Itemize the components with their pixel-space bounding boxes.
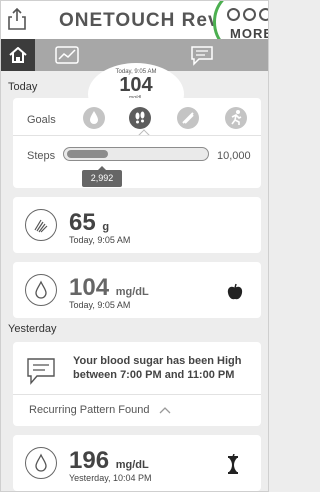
glucose-yesterday-card[interactable]: 196 mg/dL Yesterday, 10:04 PM xyxy=(13,435,261,491)
nav-bar: Today, 9:05 AM 104 mg/dL xyxy=(1,39,268,125)
footsteps-icon[interactable] xyxy=(129,107,151,129)
nav-home-tab[interactable] xyxy=(1,39,35,71)
glucose-today-time: Today, 9:05 AM xyxy=(69,300,131,310)
yesterday-section-label: Yesterday xyxy=(8,323,57,335)
activity-runner-icon[interactable] xyxy=(225,107,247,129)
steps-count-tooltip: 2,992 xyxy=(82,166,122,187)
insight-divider xyxy=(13,394,261,395)
apple-meal-icon xyxy=(227,283,243,300)
app-header: ONETOUCH Reveal MORE xyxy=(1,1,268,57)
steps-progress-bar xyxy=(63,147,209,161)
steps-progress-fill xyxy=(67,150,109,158)
goals-card: Goals Steps 10,000 2,992 xyxy=(13,98,261,188)
latest-reading-value: 104 xyxy=(119,74,153,96)
glucose-yesterday-time: Yesterday, 10:04 PM xyxy=(69,473,152,483)
glucose-today-value: 104 xyxy=(69,274,110,301)
goals-label: Goals xyxy=(27,114,56,126)
steps-label: Steps xyxy=(27,150,56,162)
chevron-up-icon xyxy=(159,407,170,414)
glucose-drop-icon[interactable] xyxy=(83,107,105,129)
pattern-insight-card[interactable]: Your blood sugar has been High between 7… xyxy=(13,342,261,426)
nav-trends-tab[interactable] xyxy=(51,44,83,66)
message-insight-icon xyxy=(27,358,55,385)
home-icon xyxy=(9,47,27,63)
glucose-yesterday-value: 196 xyxy=(69,447,110,474)
share-icon[interactable] xyxy=(7,7,27,31)
glucose-drop-icon xyxy=(25,274,57,306)
steps-goal-value: 10,000 xyxy=(217,150,251,162)
carbs-hand-icon xyxy=(25,209,57,241)
carbs-value: 65 xyxy=(69,209,96,236)
apple-core-meal-icon xyxy=(228,454,238,474)
glucose-drop-icon xyxy=(25,447,57,479)
goals-divider xyxy=(13,135,261,136)
message-icon[interactable] xyxy=(189,44,215,66)
carbs-time: Today, 9:05 AM xyxy=(69,235,131,245)
glucose-yesterday-unit: mg/dL xyxy=(115,459,149,471)
glucose-today-unit: mg/dL xyxy=(115,286,149,298)
insight-message: Your blood sugar has been High between 7… xyxy=(73,355,242,381)
today-section-label: Today xyxy=(8,81,38,93)
recurring-pattern-toggle[interactable]: Recurring Pattern Found xyxy=(29,404,171,416)
glucose-today-card[interactable]: 104 mg/dL Today, 9:05 AM xyxy=(13,262,261,318)
recurring-pattern-label: Recurring Pattern Found xyxy=(29,404,150,416)
more-dots-icon xyxy=(227,8,268,21)
trend-chart-icon xyxy=(55,46,79,64)
carbs-card[interactable]: 65 g Today, 9:05 AM xyxy=(13,197,261,253)
carbs-unit: g xyxy=(102,221,110,233)
food-icon[interactable] xyxy=(177,107,199,129)
app-frame: ONETOUCH Reveal MORE Today, 9:05 AM 104 … xyxy=(0,0,269,492)
